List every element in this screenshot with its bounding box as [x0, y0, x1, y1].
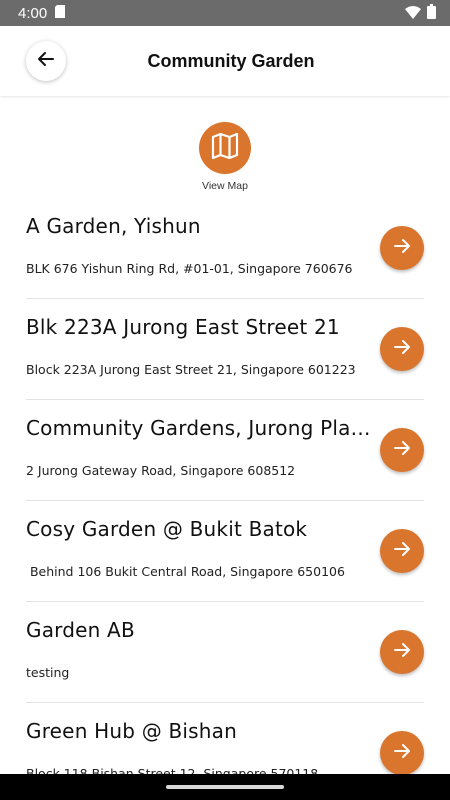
status-left: 4:00	[18, 4, 66, 22]
list-item[interactable]: Green Hub @ Bishan Block 118 Bishan Stre…	[26, 703, 424, 774]
arrow-right-icon	[392, 236, 412, 260]
list-item[interactable]: Garden AB testing	[26, 602, 424, 703]
garden-name: Cosy Garden @ Bukit Batok	[26, 517, 308, 541]
garden-list[interactable]: A Garden, Yishun BLK 676 Yishun Ring Rd,…	[0, 198, 450, 774]
garden-address: testing	[26, 665, 70, 680]
open-garden-button[interactable]	[380, 731, 424, 774]
page-title: Community Garden	[147, 50, 315, 71]
garden-address: BLK 676 Yishun Ring Rd, #01-01, Singapor…	[26, 261, 353, 276]
garden-name: Blk 223A Jurong East Street 21	[26, 315, 340, 339]
app-bar: Community Garden	[0, 26, 450, 96]
back-button[interactable]	[26, 41, 66, 81]
garden-address: Behind 106 Bukit Central Road, Singapore…	[26, 564, 345, 579]
open-garden-button[interactable]	[380, 630, 424, 674]
list-item[interactable]: Cosy Garden @ Bukit Batok Behind 106 Buk…	[26, 501, 424, 602]
garden-name: Community Gardens, Jurong Pla…	[26, 416, 371, 440]
arrow-right-icon	[392, 539, 412, 563]
garden-address: 2 Jurong Gateway Road, Singapore 608512	[26, 463, 296, 478]
arrow-right-icon	[392, 337, 412, 361]
status-time: 4:00	[18, 4, 48, 22]
wifi-icon	[405, 4, 421, 23]
map-icon	[211, 132, 239, 163]
list-item[interactable]: Community Gardens, Jurong Pla… 2 Jurong …	[26, 400, 424, 501]
system-nav-bar	[0, 774, 450, 800]
open-garden-button[interactable]	[380, 529, 424, 573]
list-item[interactable]: A Garden, Yishun BLK 676 Yishun Ring Rd,…	[26, 198, 424, 299]
home-gesture-handle[interactable]	[166, 785, 284, 789]
status-right	[405, 3, 436, 23]
view-map-label: View Map	[202, 180, 248, 192]
open-garden-button[interactable]	[380, 428, 424, 472]
garden-name: Green Hub @ Bishan	[26, 719, 237, 743]
view-map-section: View Map	[0, 122, 450, 192]
open-garden-button[interactable]	[380, 226, 424, 270]
view-map-button[interactable]	[199, 122, 251, 174]
open-garden-button[interactable]	[380, 327, 424, 371]
list-item[interactable]: Blk 223A Jurong East Street 21 Block 223…	[26, 299, 424, 400]
garden-address: Block 223A Jurong East Street 21, Singap…	[26, 362, 356, 377]
garden-address: Block 118 Bishan Street 12, Singapore 57…	[26, 766, 319, 774]
arrow-right-icon	[392, 640, 412, 664]
battery-icon	[427, 3, 436, 23]
status-bar: 4:00	[0, 0, 450, 26]
sd-card-icon	[55, 4, 66, 22]
garden-name: Garden AB	[26, 618, 135, 642]
arrow-right-icon	[392, 741, 412, 765]
garden-name: A Garden, Yishun	[26, 214, 201, 238]
arrow-left-icon	[37, 50, 55, 72]
arrow-right-icon	[392, 438, 412, 462]
